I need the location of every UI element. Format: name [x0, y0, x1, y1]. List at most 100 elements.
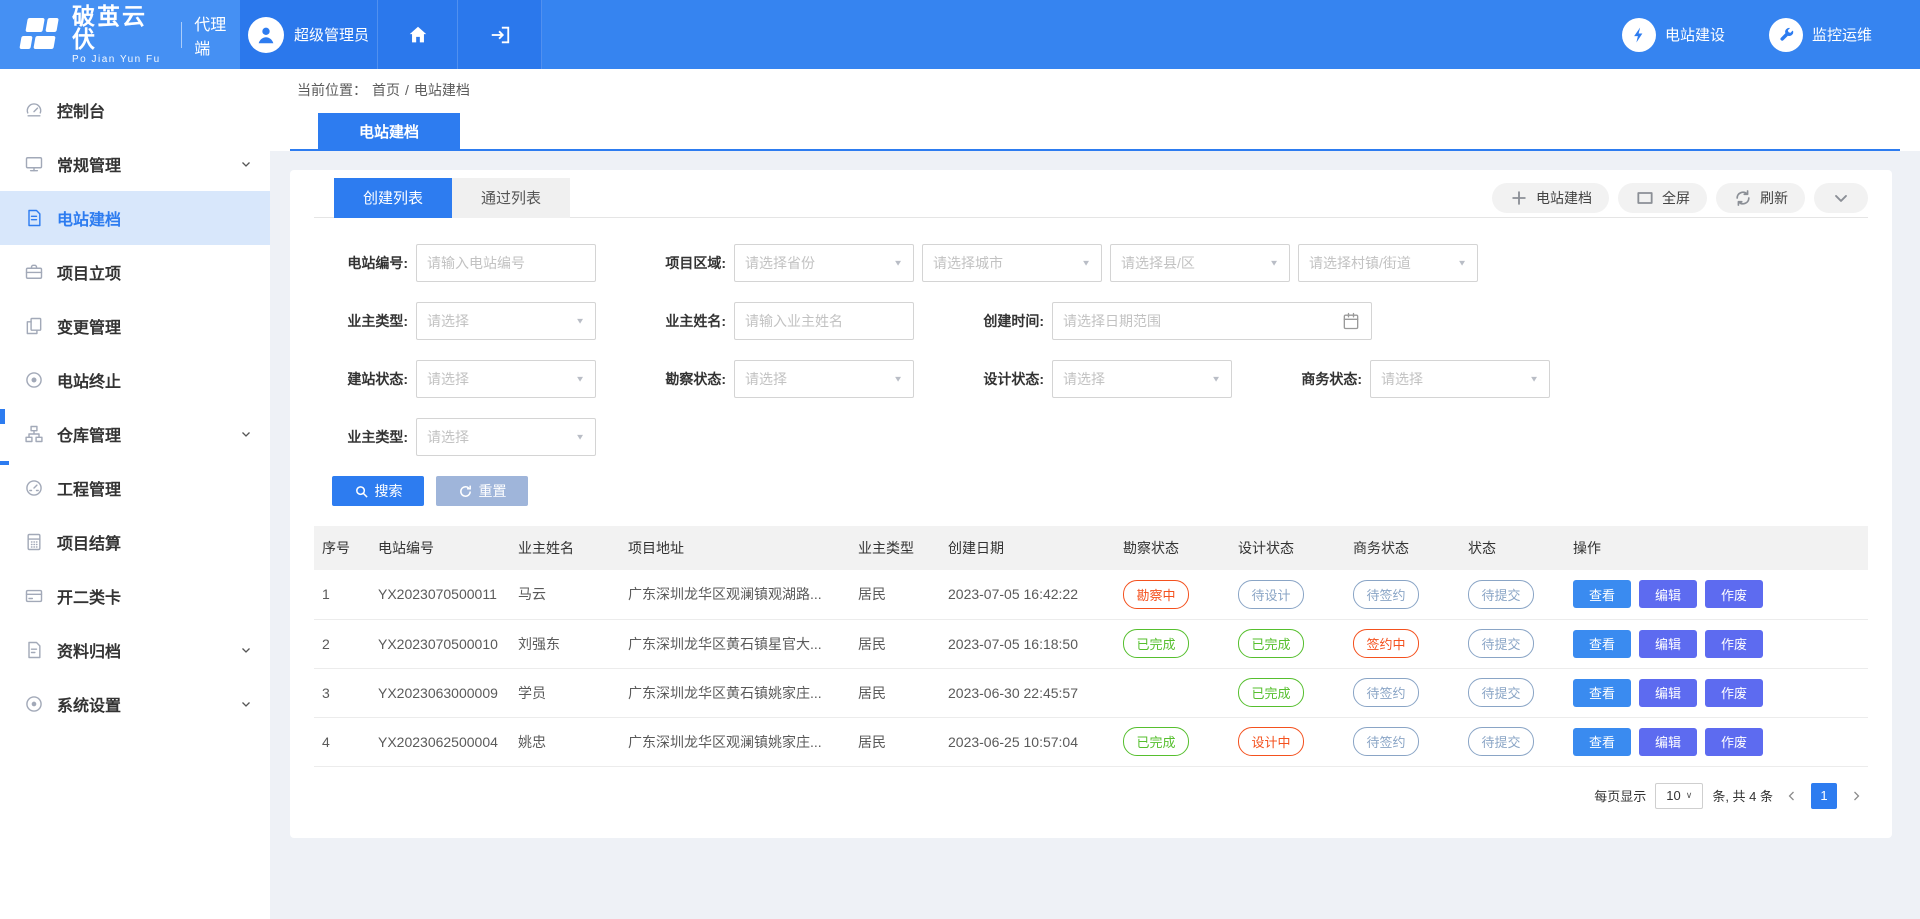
edit-button[interactable]: 编辑: [1639, 580, 1697, 608]
quick-link-wrench[interactable]: 监控运维: [1769, 18, 1872, 52]
chevron-down-icon: [240, 698, 252, 710]
toolbar-refresh-button[interactable]: 刷新: [1716, 183, 1805, 213]
sidebar-item-gauge[interactable]: 工程管理: [0, 461, 270, 515]
reset-button[interactable]: 重置: [436, 476, 528, 506]
filter-select[interactable]: 请选择县/区▼: [1110, 244, 1290, 282]
cell-business-status: 待签约: [1345, 570, 1460, 619]
tab-create-list[interactable]: 创建列表: [334, 178, 452, 218]
sidebar-item-doc[interactable]: 电站建档: [0, 191, 270, 245]
filter-label: 项目区域:: [650, 253, 726, 273]
cell-status: 待提交: [1460, 668, 1565, 717]
caret-down-icon: ▼: [893, 259, 903, 268]
sidebar-item-copy[interactable]: 变更管理: [0, 299, 270, 353]
breadcrumb-home-link[interactable]: 首页: [372, 80, 400, 100]
filter-select[interactable]: 请选择▼: [416, 418, 596, 456]
cell-owner-type: 居民: [850, 668, 940, 717]
void-button[interactable]: 作废: [1705, 679, 1763, 707]
caret-down-icon: ▼: [1529, 375, 1539, 384]
void-button[interactable]: 作废: [1705, 580, 1763, 608]
toolbar-fullscreen-button[interactable]: 全屏: [1618, 183, 1707, 213]
disc-icon: [24, 694, 44, 714]
sidebar-menu: 控制台常规管理电站建档项目立项变更管理电站终止仓库管理工程管理项目结算开二类卡资…: [0, 83, 270, 731]
void-button[interactable]: 作废: [1705, 728, 1763, 756]
page-tab-station-archive[interactable]: 电站建档: [318, 113, 460, 149]
cell-owner-name: 马云: [510, 570, 620, 619]
tab-passed-list[interactable]: 通过列表: [452, 178, 570, 218]
filter-select[interactable]: 请选择▼: [416, 302, 596, 340]
toolbar-button-label: 刷新: [1760, 188, 1788, 208]
toolbar-chevron-down-button[interactable]: [1814, 183, 1868, 213]
sidebar-item-monitor[interactable]: 常规管理: [0, 137, 270, 191]
cell-index: 1: [314, 570, 370, 619]
refresh-icon: [1733, 188, 1753, 208]
select-placeholder: 请选择县/区: [1121, 253, 1195, 273]
filter-label: 建站状态:: [332, 369, 408, 389]
filter-select[interactable]: 请选择省份▼: [734, 244, 914, 282]
sidebar-item-file[interactable]: 资料归档: [0, 623, 270, 677]
sidebar-item-label: 电站终止: [57, 368, 252, 392]
select-placeholder: 请选择: [1063, 369, 1105, 389]
home-icon: [407, 24, 429, 46]
sidebar-item-disc[interactable]: 系统设置: [0, 677, 270, 731]
next-page-button[interactable]: [1846, 783, 1866, 809]
cell-project-address: 广东深圳龙华区黄石镇星官大...: [620, 619, 850, 668]
filter-select[interactable]: 请选择▼: [1052, 360, 1232, 398]
sidebar-item-card[interactable]: 开二类卡: [0, 569, 270, 623]
edit-button[interactable]: 编辑: [1639, 630, 1697, 658]
view-button[interactable]: 查看: [1573, 630, 1631, 658]
home-button[interactable]: [378, 0, 458, 69]
user-menu[interactable]: 超级管理员: [240, 0, 378, 69]
breadcrumb-current: 电站建档: [414, 80, 470, 100]
filter-date-range[interactable]: 请选择日期范围: [1052, 302, 1372, 340]
search-button[interactable]: 搜索: [332, 476, 424, 506]
wrench-icon: [1769, 18, 1803, 52]
monitor-icon: [24, 154, 44, 174]
caret-down-icon: ▼: [1081, 259, 1091, 268]
filter-select[interactable]: 请选择▼: [734, 360, 914, 398]
pagination: 每页显示 10 ∨ 条, 共 4 条 1: [314, 783, 1868, 809]
filter-select[interactable]: 请选择城市▼: [922, 244, 1102, 282]
column-header: 商务状态: [1345, 526, 1460, 570]
sidebar-item-briefcase[interactable]: 项目立项: [0, 245, 270, 299]
prev-page-button[interactable]: [1782, 783, 1802, 809]
sidebar-item-sitemap[interactable]: 仓库管理: [0, 407, 270, 461]
cell-owner-name: 刘强东: [510, 619, 620, 668]
page-tab-bar: 电站建档: [270, 110, 1920, 151]
panel-head: 创建列表通过列表 电站建档全屏 刷新: [314, 178, 1868, 218]
filter-text-input[interactable]: [734, 302, 914, 340]
column-header: 操作: [1565, 526, 1868, 570]
toolbar-plus-button[interactable]: 电站建档: [1492, 183, 1609, 213]
logout-button[interactable]: [458, 0, 542, 69]
cell-design-status: 待设计: [1230, 570, 1345, 619]
copy-icon: [24, 316, 44, 336]
void-button[interactable]: 作废: [1705, 630, 1763, 658]
cell-owner-type: 居民: [850, 570, 940, 619]
status-badge: 待设计: [1238, 580, 1304, 609]
sidebar-item-calculator[interactable]: 项目结算: [0, 515, 270, 569]
filter-group: 业主类型:请选择▼: [332, 302, 604, 340]
sidebar-scroll-indicator: [0, 409, 5, 424]
filter-select[interactable]: 请选择▼: [1370, 360, 1550, 398]
edit-button[interactable]: 编辑: [1639, 679, 1697, 707]
agent-label: 代理端: [194, 11, 240, 59]
filter-text-input[interactable]: [416, 244, 596, 282]
page-size-select[interactable]: 10 ∨: [1655, 783, 1703, 809]
column-header: 设计状态: [1230, 526, 1345, 570]
filter-label: 勘察状态:: [650, 369, 726, 389]
caret-down-icon: ▼: [1457, 259, 1467, 268]
view-button[interactable]: 查看: [1573, 728, 1631, 756]
filter-select[interactable]: 请选择▼: [416, 360, 596, 398]
page-number-current[interactable]: 1: [1811, 783, 1837, 809]
sidebar-item-target[interactable]: 电站终止: [0, 353, 270, 407]
status-badge: 待提交: [1468, 629, 1534, 658]
view-button[interactable]: 查看: [1573, 679, 1631, 707]
select-placeholder: 请选择: [427, 427, 469, 447]
caret-down-icon: ▼: [575, 375, 585, 384]
quick-link-bolt[interactable]: 电站建设: [1622, 18, 1725, 52]
sidebar-item-dashboard[interactable]: 控制台: [0, 83, 270, 137]
filter-select[interactable]: 请选择村镇/街道▼: [1298, 244, 1478, 282]
edit-button[interactable]: 编辑: [1639, 728, 1697, 756]
breadcrumb-separator: /: [405, 82, 409, 98]
cell-created-date: 2023-06-25 10:57:04: [940, 717, 1115, 766]
view-button[interactable]: 查看: [1573, 580, 1631, 608]
